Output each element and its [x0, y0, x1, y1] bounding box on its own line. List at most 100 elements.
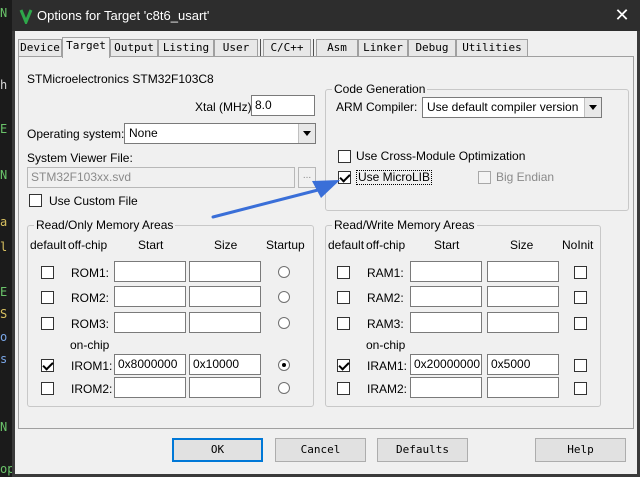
title-bar[interactable]: Options for Target 'c8t6_usart' ✕ — [12, 0, 640, 31]
ram3-size-input[interactable] — [487, 312, 559, 333]
os-select-value: None — [129, 126, 158, 140]
ram1-noinit-checkbox[interactable] — [574, 266, 587, 279]
rom2-default-checkbox[interactable] — [41, 291, 54, 304]
big-endian-label: Big Endian — [496, 170, 555, 184]
ram3-default-checkbox[interactable] — [337, 317, 350, 330]
tab-listing[interactable]: Listing — [158, 39, 214, 57]
rom3-startup-radio[interactable] — [278, 317, 290, 329]
irom1-size-input[interactable]: 0x10000 — [189, 354, 261, 375]
keil-logo-icon — [18, 8, 34, 24]
ram2-default-checkbox[interactable] — [337, 291, 350, 304]
readwrite-memory-group: Read/Write Memory Areas default off-chip… — [325, 218, 601, 407]
background-code-fragment: l — [0, 240, 8, 254]
iram1-label: IRAM1: — [367, 359, 408, 373]
ram2-start-input[interactable] — [410, 286, 482, 307]
background-code-fragment: E — [0, 122, 8, 136]
ram2-size-input[interactable] — [487, 286, 559, 307]
iram2-label: IRAM2: — [367, 382, 408, 396]
defaults-button[interactable]: Defaults — [377, 438, 468, 462]
irom1-label: IROM1: — [71, 359, 113, 373]
irom2-default-checkbox[interactable] — [41, 382, 54, 395]
irom1-startup-radio[interactable] — [278, 359, 290, 371]
ro-header-offchip: off-chip — [68, 238, 108, 252]
use-custom-file-label: Use Custom File — [49, 194, 138, 208]
ok-button[interactable]: OK — [172, 438, 263, 462]
ro-header-start: Start — [138, 238, 164, 252]
big-endian-checkbox[interactable] — [478, 171, 491, 184]
rom2-startup-radio[interactable] — [278, 291, 290, 303]
cross-module-checkbox[interactable] — [338, 150, 351, 163]
tab-utilities[interactable]: Utilities — [456, 39, 528, 57]
iram2-default-checkbox[interactable] — [337, 382, 350, 395]
ram2-label: RAM2: — [367, 291, 404, 305]
code-generation-title: Code Generation — [332, 82, 428, 96]
tab-debug[interactable]: Debug — [408, 39, 456, 57]
background-code-fragment: N — [0, 168, 8, 182]
rom2-label: ROM2: — [71, 291, 110, 305]
ram3-noinit-checkbox[interactable] — [574, 317, 587, 330]
ram3-start-input[interactable] — [410, 312, 482, 333]
iram1-start-input[interactable]: 0x20000000 — [410, 354, 482, 375]
rom1-label: ROM1: — [71, 266, 110, 280]
tab-target[interactable]: Target — [62, 37, 110, 58]
readonly-memory-title: Read/Only Memory Areas — [34, 218, 176, 232]
irom1-default-checkbox[interactable] — [41, 359, 54, 372]
cross-module-label: Use Cross-Module Optimization — [356, 149, 526, 163]
ram1-size-input[interactable] — [487, 261, 559, 282]
chevron-down-icon[interactable] — [298, 124, 315, 143]
microlib-label: Use MicroLIB — [356, 170, 433, 185]
cancel-button[interactable]: Cancel — [275, 438, 366, 462]
rom1-start-input[interactable] — [114, 261, 186, 282]
background-code-fragment: s — [0, 352, 8, 366]
rom3-start-input[interactable] — [114, 312, 186, 333]
os-label: Operating system: — [27, 127, 125, 141]
device-name: STMicroelectronics STM32F103C8 — [27, 72, 214, 86]
background-code-fragment: N — [0, 420, 8, 434]
irom2-startup-radio[interactable] — [278, 382, 290, 394]
irom2-label: IROM2: — [71, 382, 113, 396]
target-panel: STMicroelectronics STM32F103C8 Xtal (MHz… — [18, 56, 634, 429]
iram1-size-input[interactable]: 0x5000 — [487, 354, 559, 375]
close-icon[interactable]: ✕ — [612, 6, 632, 26]
tab-asm[interactable]: Asm — [316, 39, 358, 57]
svd-browse-button[interactable]: ... — [298, 167, 316, 188]
os-select[interactable]: None — [124, 123, 316, 144]
tab-device[interactable]: Device — [18, 39, 62, 57]
ro-onchip-label: on-chip — [70, 338, 110, 352]
background-code-fragment: E — [0, 285, 8, 299]
iram2-start-input[interactable] — [410, 377, 482, 398]
rom2-start-input[interactable] — [114, 286, 186, 307]
ram1-start-input[interactable] — [410, 261, 482, 282]
chevron-down-icon[interactable] — [584, 98, 601, 117]
window-title: Options for Target 'c8t6_usart' — [37, 8, 210, 23]
iram1-noinit-checkbox[interactable] — [574, 359, 587, 372]
xtal-input[interactable]: 8.0 — [251, 95, 315, 116]
tab-user[interactable]: User — [214, 39, 258, 57]
ram1-default-checkbox[interactable] — [337, 266, 350, 279]
microlib-checkbox[interactable] — [338, 171, 351, 184]
background-code-fragment: o — [0, 330, 8, 344]
rom1-size-input[interactable] — [189, 261, 261, 282]
svd-input[interactable]: STM32F103xx.svd — [27, 167, 295, 188]
ro-header-default: default — [30, 238, 67, 252]
iram1-default-checkbox[interactable] — [337, 359, 350, 372]
use-custom-file-checkbox[interactable] — [29, 194, 42, 207]
rom2-size-input[interactable] — [189, 286, 261, 307]
arm-compiler-select[interactable]: Use default compiler version — [422, 97, 602, 118]
tab-linker[interactable]: Linker — [358, 39, 408, 57]
tab-c-cpp[interactable]: C/C++ — [263, 39, 311, 57]
rom3-size-input[interactable] — [189, 312, 261, 333]
irom1-start-input[interactable]: 0x8000000 — [114, 354, 186, 375]
background-code-fragment: N — [0, 6, 8, 20]
background-editor: N h E N a l E S o s N — [0, 0, 12, 477]
rom1-default-checkbox[interactable] — [41, 266, 54, 279]
rom3-default-checkbox[interactable] — [41, 317, 54, 330]
irom2-size-input[interactable] — [189, 377, 261, 398]
help-button[interactable]: Help — [535, 438, 626, 462]
rom1-startup-radio[interactable] — [278, 266, 290, 278]
irom2-start-input[interactable] — [114, 377, 186, 398]
iram2-noinit-checkbox[interactable] — [574, 382, 587, 395]
ram2-noinit-checkbox[interactable] — [574, 291, 587, 304]
tab-output[interactable]: Output — [110, 39, 158, 57]
iram2-size-input[interactable] — [487, 377, 559, 398]
